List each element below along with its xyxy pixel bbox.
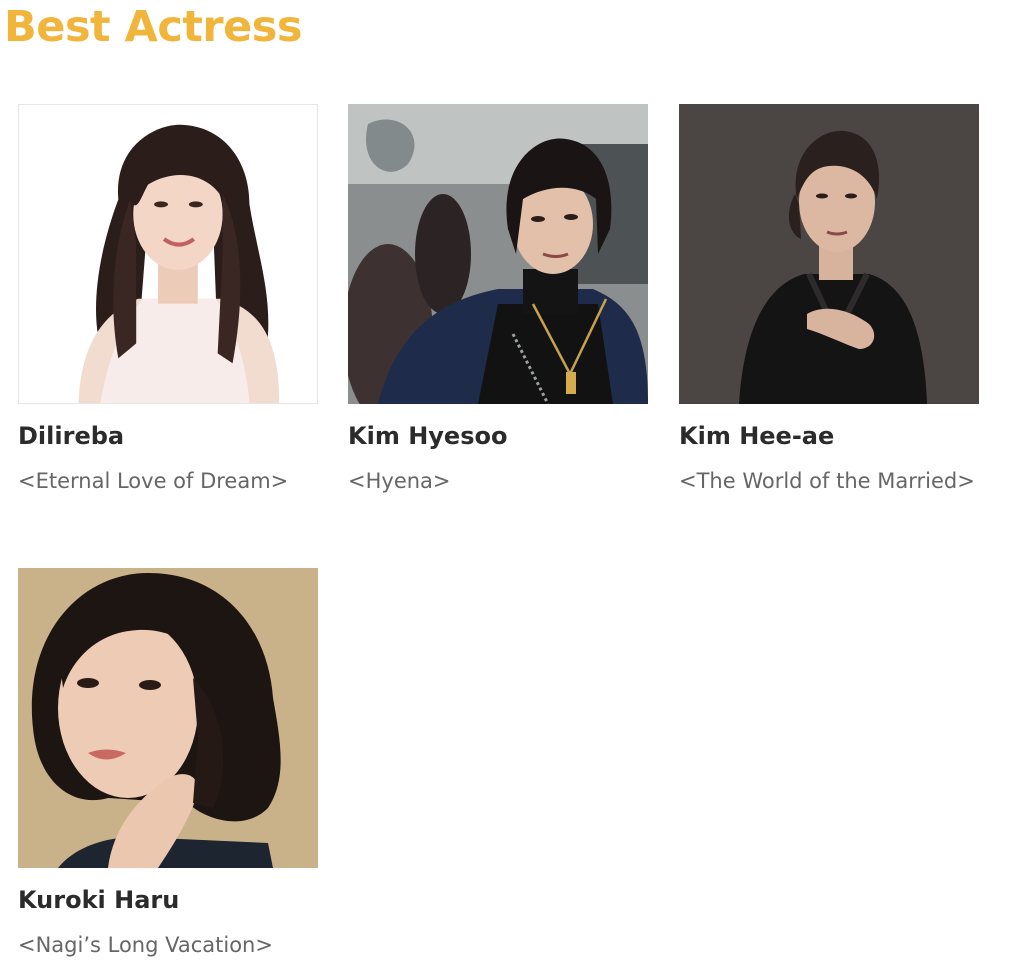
portrait-image: [679, 104, 979, 404]
actress-card[interactable]: Kim Hee-ae <The World of the Married>: [679, 104, 979, 504]
actress-name[interactable]: Kuroki Haru: [18, 884, 179, 916]
portrait-image: [348, 104, 648, 404]
portrait-image: [19, 105, 317, 403]
actress-photo[interactable]: [348, 104, 648, 404]
actress-name[interactable]: Kim Hee-ae: [679, 420, 834, 452]
actress-card[interactable]: Dilireba <Eternal Love of Dream>: [18, 104, 318, 504]
actress-photo[interactable]: [18, 568, 318, 868]
portrait-image: [18, 568, 318, 868]
section-title: Best Actress: [4, 2, 302, 52]
actress-photo[interactable]: [679, 104, 979, 404]
actress-name[interactable]: Dilireba: [18, 420, 124, 452]
actress-work-title: <Eternal Love of Dream>: [18, 469, 289, 493]
actress-name[interactable]: Kim Hyesoo: [348, 420, 507, 452]
actress-card[interactable]: Kim Hyesoo <Hyena>: [348, 104, 648, 504]
actress-card[interactable]: Kuroki Haru <Nagi’s Long Vacation>: [18, 568, 318, 966]
actress-photo[interactable]: [18, 104, 318, 404]
actress-work-title: <Nagi’s Long Vacation>: [18, 933, 273, 957]
actress-work-title: <The World of the Married>: [679, 469, 975, 493]
actress-work-title: <Hyena>: [348, 469, 451, 493]
